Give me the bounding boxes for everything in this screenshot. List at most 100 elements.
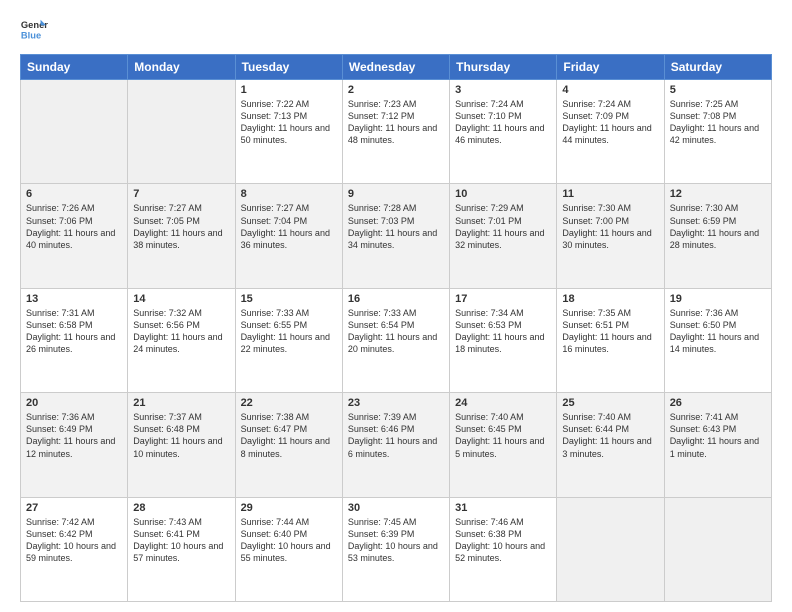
page: General Blue SundayMondayTuesdayWednesda…	[0, 0, 792, 612]
calendar-cell: 13 Sunrise: 7:31 AMSunset: 6:58 PMDayligh…	[21, 288, 128, 392]
calendar-cell: 8Sunrise: 7:27 AMSunset: 7:04 PMDaylight…	[235, 184, 342, 288]
calendar-cell	[557, 497, 664, 601]
cell-info: Sunrise: 7:40 AMSunset: 6:44 PMDaylight:…	[562, 411, 658, 460]
calendar-cell: 15 Sunrise: 7:33 AMSunset: 6:55 PMDayligh…	[235, 288, 342, 392]
calendar-header-row: SundayMondayTuesdayWednesdayThursdayFrid…	[21, 55, 772, 80]
calendar-cell: 5Sunrise: 7:25 AMSunset: 7:08 PMDaylight…	[664, 80, 771, 184]
col-header-monday: Monday	[128, 55, 235, 80]
logo: General Blue	[20, 16, 52, 44]
day-number: 17	[455, 293, 551, 305]
cell-info: Sunrise: 7:33 AMSunset: 6:54 PMDaylight:…	[348, 307, 444, 356]
calendar-cell: 22 Sunrise: 7:38 AMSunset: 6:47 PMDayligh…	[235, 393, 342, 497]
calendar-cell: 6 Sunrise: 7:26 AMSunset: 7:06 PMDaylight…	[21, 184, 128, 288]
calendar-cell: 7 Sunrise: 7:27 AMSunset: 7:05 PMDaylight…	[128, 184, 235, 288]
svg-text:Blue: Blue	[21, 30, 41, 40]
day-number: 2	[348, 84, 444, 96]
cell-info: Sunrise: 7:26 AMSunset: 7:06 PMDaylight:…	[26, 202, 122, 251]
calendar-cell: 25 Sunrise: 7:40 AMSunset: 6:44 PMDayligh…	[557, 393, 664, 497]
calendar-cell	[664, 497, 771, 601]
calendar-cell: 14 Sunrise: 7:32 AMSunset: 6:56 PMDayligh…	[128, 288, 235, 392]
day-number: 6	[26, 188, 122, 200]
day-number: 21	[133, 397, 229, 409]
cell-info: Sunrise: 7:24 AMSunset: 7:09 PMDaylight:…	[562, 98, 658, 147]
week-row-5: 27 Sunrise: 7:42 AMSunset: 6:42 PMDayligh…	[21, 497, 772, 601]
day-number: 23	[348, 397, 444, 409]
col-header-tuesday: Tuesday	[235, 55, 342, 80]
cell-info: Sunrise: 7:31 AMSunset: 6:58 PMDaylight:…	[26, 307, 122, 356]
calendar-cell: 9 Sunrise: 7:28 AMSunset: 7:03 PMDaylight…	[342, 184, 449, 288]
day-number: 16	[348, 293, 444, 305]
logo-icon: General Blue	[20, 16, 48, 44]
week-row-4: 20 Sunrise: 7:36 AMSunset: 6:49 PMDayligh…	[21, 393, 772, 497]
calendar-cell	[128, 80, 235, 184]
calendar-cell: 20 Sunrise: 7:36 AMSunset: 6:49 PMDayligh…	[21, 393, 128, 497]
calendar-cell	[21, 80, 128, 184]
cell-info: Sunrise: 7:46 AMSunset: 6:38 PMDaylight:…	[455, 516, 551, 565]
day-number: 13	[26, 293, 122, 305]
cell-info: Sunrise: 7:33 AMSunset: 6:55 PMDaylight:…	[241, 307, 337, 356]
day-number: 11	[562, 188, 658, 200]
day-number: 12	[670, 188, 766, 200]
cell-info: Sunrise: 7:34 AMSunset: 6:53 PMDaylight:…	[455, 307, 551, 356]
calendar-cell: 11 Sunrise: 7:30 AMSunset: 7:00 PMDayligh…	[557, 184, 664, 288]
cell-info: Sunrise: 7:32 AMSunset: 6:56 PMDaylight:…	[133, 307, 229, 356]
calendar-cell: 10Sunrise: 7:29 AMSunset: 7:01 PMDayligh…	[450, 184, 557, 288]
calendar-cell: 3 Sunrise: 7:24 AMSunset: 7:10 PMDaylight…	[450, 80, 557, 184]
day-number: 24	[455, 397, 551, 409]
day-number: 8	[241, 188, 337, 200]
calendar-cell: 12 Sunrise: 7:30 AMSunset: 6:59 PMDayligh…	[664, 184, 771, 288]
calendar-cell: 16 Sunrise: 7:33 AMSunset: 6:54 PMDayligh…	[342, 288, 449, 392]
calendar-table: SundayMondayTuesdayWednesdayThursdayFrid…	[20, 54, 772, 602]
cell-info: Sunrise: 7:25 AMSunset: 7:08 PMDaylight:…	[670, 98, 766, 147]
calendar-cell: 24 Sunrise: 7:40 AMSunset: 6:45 PMDayligh…	[450, 393, 557, 497]
calendar-cell: 26Sunrise: 7:41 AMSunset: 6:43 PMDayligh…	[664, 393, 771, 497]
col-header-saturday: Saturday	[664, 55, 771, 80]
day-number: 25	[562, 397, 658, 409]
cell-info: Sunrise: 7:23 AMSunset: 7:12 PMDaylight:…	[348, 98, 444, 147]
day-number: 31	[455, 502, 551, 514]
cell-info: Sunrise: 7:38 AMSunset: 6:47 PMDaylight:…	[241, 411, 337, 460]
cell-info: Sunrise: 7:36 AMSunset: 6:49 PMDaylight:…	[26, 411, 122, 460]
calendar-cell: 19 Sunrise: 7:36 AMSunset: 6:50 PMDayligh…	[664, 288, 771, 392]
week-row-2: 6 Sunrise: 7:26 AMSunset: 7:06 PMDaylight…	[21, 184, 772, 288]
col-header-sunday: Sunday	[21, 55, 128, 80]
day-number: 3	[455, 84, 551, 96]
day-number: 7	[133, 188, 229, 200]
cell-info: Sunrise: 7:28 AMSunset: 7:03 PMDaylight:…	[348, 202, 444, 251]
cell-info: Sunrise: 7:35 AMSunset: 6:51 PMDaylight:…	[562, 307, 658, 356]
calendar-cell: 1 Sunrise: 7:22 AMSunset: 7:13 PMDaylight…	[235, 80, 342, 184]
calendar-cell: 27 Sunrise: 7:42 AMSunset: 6:42 PMDayligh…	[21, 497, 128, 601]
cell-info: Sunrise: 7:44 AMSunset: 6:40 PMDaylight:…	[241, 516, 337, 565]
day-number: 14	[133, 293, 229, 305]
cell-info: Sunrise: 7:36 AMSunset: 6:50 PMDaylight:…	[670, 307, 766, 356]
col-header-wednesday: Wednesday	[342, 55, 449, 80]
day-number: 18	[562, 293, 658, 305]
day-number: 9	[348, 188, 444, 200]
cell-info: Sunrise: 7:43 AMSunset: 6:41 PMDaylight:…	[133, 516, 229, 565]
day-number: 15	[241, 293, 337, 305]
cell-info: Sunrise: 7:29 AMSunset: 7:01 PMDaylight:…	[455, 202, 551, 251]
cell-info: Sunrise: 7:45 AMSunset: 6:39 PMDaylight:…	[348, 516, 444, 565]
calendar-cell: 23Sunrise: 7:39 AMSunset: 6:46 PMDayligh…	[342, 393, 449, 497]
cell-info: Sunrise: 7:24 AMSunset: 7:10 PMDaylight:…	[455, 98, 551, 147]
cell-info: Sunrise: 7:40 AMSunset: 6:45 PMDaylight:…	[455, 411, 551, 460]
day-number: 1	[241, 84, 337, 96]
calendar-cell: 2 Sunrise: 7:23 AMSunset: 7:12 PMDaylight…	[342, 80, 449, 184]
day-number: 20	[26, 397, 122, 409]
cell-info: Sunrise: 7:42 AMSunset: 6:42 PMDaylight:…	[26, 516, 122, 565]
calendar-cell: 28Sunrise: 7:43 AMSunset: 6:41 PMDayligh…	[128, 497, 235, 601]
header: General Blue	[20, 16, 772, 44]
day-number: 4	[562, 84, 658, 96]
calendar-cell: 30Sunrise: 7:45 AMSunset: 6:39 PMDayligh…	[342, 497, 449, 601]
calendar-cell: 17 Sunrise: 7:34 AMSunset: 6:53 PMDayligh…	[450, 288, 557, 392]
day-number: 22	[241, 397, 337, 409]
cell-info: Sunrise: 7:30 AMSunset: 6:59 PMDaylight:…	[670, 202, 766, 251]
day-number: 19	[670, 293, 766, 305]
week-row-3: 13 Sunrise: 7:31 AMSunset: 6:58 PMDayligh…	[21, 288, 772, 392]
calendar-cell: 31 Sunrise: 7:46 AMSunset: 6:38 PMDayligh…	[450, 497, 557, 601]
cell-info: Sunrise: 7:27 AMSunset: 7:05 PMDaylight:…	[133, 202, 229, 251]
cell-info: Sunrise: 7:22 AMSunset: 7:13 PMDaylight:…	[241, 98, 337, 147]
col-header-thursday: Thursday	[450, 55, 557, 80]
cell-info: Sunrise: 7:30 AMSunset: 7:00 PMDaylight:…	[562, 202, 658, 251]
day-number: 27	[26, 502, 122, 514]
